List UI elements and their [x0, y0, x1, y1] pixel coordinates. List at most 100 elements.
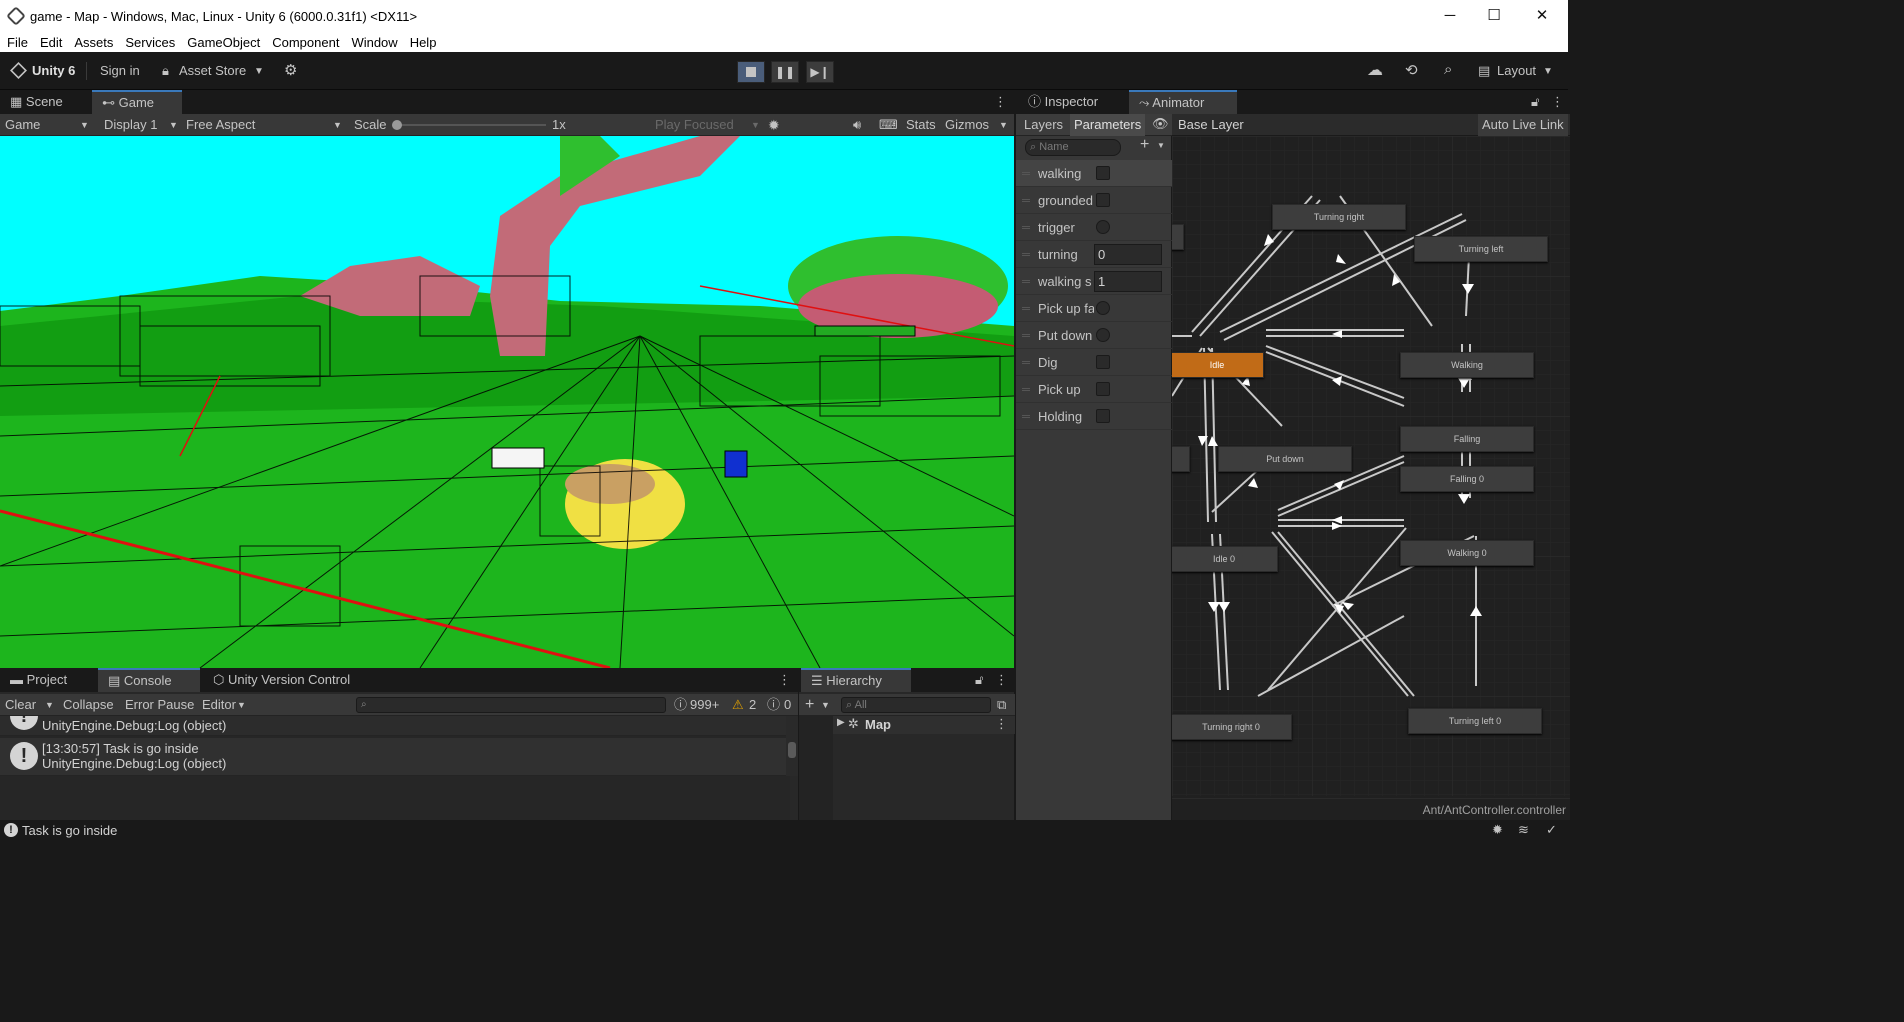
menu-gameobject[interactable]: GameObject	[187, 35, 260, 50]
kebab-menu-icon[interactable]: ⋮	[994, 94, 1007, 110]
parameter-row[interactable]: Pick up	[1016, 376, 1172, 403]
package-settings-icon[interactable]: ⚙	[284, 61, 297, 79]
state-node[interactable]: Falling 0	[1400, 466, 1534, 492]
parameter-row[interactable]: turning 0	[1016, 241, 1172, 268]
parameter-row[interactable]: Holding	[1016, 403, 1172, 430]
drag-handle-icon[interactable]	[1022, 415, 1030, 418]
drag-handle-icon[interactable]	[1022, 307, 1030, 310]
parameter-checkbox[interactable]	[1096, 193, 1110, 207]
play-button[interactable]	[737, 61, 765, 83]
eye-icon[interactable]: 👁︎	[1152, 116, 1169, 132]
gizmos-button[interactable]: Gizmos	[945, 114, 989, 136]
state-node[interactable]: Turning right	[1272, 204, 1406, 230]
state-node[interactable]: Turning right 0	[1172, 714, 1292, 740]
tab-console[interactable]: ▤ Console	[98, 668, 200, 692]
state-node-offscreen[interactable]	[1172, 446, 1190, 472]
audio-icon[interactable]: 🔊︎	[853, 114, 861, 136]
parameter-checkbox[interactable]	[1096, 166, 1110, 180]
drag-handle-icon[interactable]	[1022, 172, 1030, 175]
pause-button[interactable]: ❚❚	[771, 61, 799, 83]
tab-version-control[interactable]: ⬡ Unity Version Control	[203, 668, 360, 692]
parameter-row[interactable]: trigger	[1016, 214, 1172, 241]
collapse-button[interactable]: Collapse	[63, 694, 114, 716]
game-viewport[interactable]	[0, 136, 1014, 668]
console-search-input[interactable]: ⌕	[356, 697, 666, 713]
lock-icon[interactable]: 🔓︎	[975, 672, 983, 688]
tab-scene[interactable]: ▦ Scene	[0, 90, 73, 114]
scrollbar-thumb[interactable]	[788, 742, 796, 758]
bug-icon[interactable]: ✹	[768, 114, 780, 136]
drag-handle-icon[interactable]	[1022, 253, 1030, 256]
parameter-row[interactable]: Pick up fa	[1016, 295, 1172, 322]
parameter-int-field[interactable]: 1	[1094, 271, 1162, 292]
expand-arrow-icon[interactable]: ▶	[837, 717, 845, 728]
error-count[interactable]: 0	[784, 694, 791, 716]
editor-dropdown[interactable]: Editor	[202, 694, 236, 716]
parameter-checkbox[interactable]	[1096, 355, 1110, 369]
parameter-int-field[interactable]: 0	[1094, 244, 1162, 265]
display-dropdown[interactable]: Display 1	[104, 114, 157, 136]
maximize-button[interactable]: ☐	[1470, 0, 1518, 32]
log-entry[interactable]: ! UnityEngine.Debug:Log (object)	[0, 716, 790, 736]
menu-help[interactable]: Help	[410, 35, 437, 50]
tab-project[interactable]: ▬ Project	[0, 668, 77, 692]
parameter-trigger-radio[interactable]	[1096, 301, 1110, 315]
console-scrollbar[interactable]	[786, 716, 798, 776]
parameter-search-input[interactable]: ⌕ Name	[1025, 139, 1121, 156]
tab-parameters[interactable]: Parameters	[1070, 114, 1146, 136]
hierarchy-search-input[interactable]: ⌕ All	[841, 697, 991, 713]
step-button[interactable]: ▶❙	[806, 61, 834, 83]
log-entry[interactable]: ! [13:30:57] Task is go inside UnityEngi…	[0, 738, 790, 776]
parameter-trigger-radio[interactable]	[1096, 328, 1110, 342]
state-node[interactable]: Walking	[1400, 352, 1534, 378]
tab-layers[interactable]: Layers	[1024, 117, 1063, 132]
hierarchy-row[interactable]: ▶ ✲ Map ⋮	[833, 716, 1015, 734]
parameter-checkbox[interactable]	[1096, 382, 1110, 396]
state-node-offscreen[interactable]	[1172, 224, 1184, 250]
stats-button[interactable]: Stats	[906, 114, 936, 136]
menu-window[interactable]: Window	[351, 35, 397, 50]
parameter-row[interactable]: walking s1	[1016, 268, 1172, 295]
search-icon[interactable]: ⌕	[1444, 61, 1452, 78]
layout-dropdown[interactable]: Layout	[1497, 63, 1536, 78]
parameter-checkbox[interactable]	[1096, 409, 1110, 423]
scene-visibility-icon[interactable]: ⧉	[997, 694, 1006, 716]
add-parameter-button[interactable]: +	[1140, 136, 1149, 154]
drag-handle-icon[interactable]	[1022, 199, 1030, 202]
layers-icon[interactable]: ≋	[1518, 822, 1529, 838]
clear-button[interactable]: Clear	[5, 694, 36, 716]
check-icon[interactable]: ✓	[1546, 822, 1557, 838]
tab-game[interactable]: ⊷ Game	[92, 90, 182, 114]
cloud-icon[interactable]: ☁	[1367, 60, 1383, 80]
tab-inspector[interactable]: ⓘ Inspector	[1018, 90, 1108, 114]
drag-handle-icon[interactable]	[1022, 226, 1030, 229]
state-node[interactable]: Idle 0	[1172, 546, 1278, 572]
chevron-down-icon[interactable]: ▼	[45, 694, 54, 716]
parameter-row[interactable]: walking	[1016, 160, 1172, 187]
menu-component[interactable]: Component	[272, 35, 339, 50]
parameter-row[interactable]: Dig	[1016, 349, 1172, 376]
parameter-trigger-radio[interactable]	[1096, 220, 1110, 234]
log-count[interactable]: 999+	[690, 694, 719, 716]
state-node[interactable]: Put down	[1218, 446, 1352, 472]
animator-graph[interactable]: Base Layer Auto Live Link Turning right …	[1172, 114, 1570, 820]
state-node[interactable]: Turning left	[1414, 236, 1548, 262]
play-focused-dropdown[interactable]: Play Focused	[655, 114, 734, 136]
aspect-dropdown[interactable]: Free Aspect	[186, 114, 255, 136]
auto-live-link-button[interactable]: Auto Live Link	[1478, 114, 1568, 136]
tab-hierarchy[interactable]: ☰ Hierarchy	[801, 668, 911, 692]
parameter-row[interactable]: Put down	[1016, 322, 1172, 349]
sign-in-button[interactable]: Sign in	[100, 63, 140, 78]
tab-animator[interactable]: ⤳ Animator	[1129, 90, 1237, 114]
history-icon[interactable]: ⟲	[1405, 61, 1418, 79]
drag-handle-icon[interactable]	[1022, 280, 1030, 283]
kebab-menu-icon[interactable]: ⋮	[995, 672, 1008, 688]
error-pause-button[interactable]: Error Pause	[125, 694, 194, 716]
status-message[interactable]: Task is go inside	[22, 823, 117, 838]
game-mode-dropdown[interactable]: Game	[5, 114, 40, 136]
unity-version-label[interactable]: Unity 6	[32, 63, 75, 78]
menu-assets[interactable]: Assets	[74, 35, 113, 50]
state-node-default[interactable]: Idle	[1172, 352, 1264, 378]
asset-store-button[interactable]: Asset Store	[179, 63, 246, 78]
menu-services[interactable]: Services	[125, 35, 175, 50]
